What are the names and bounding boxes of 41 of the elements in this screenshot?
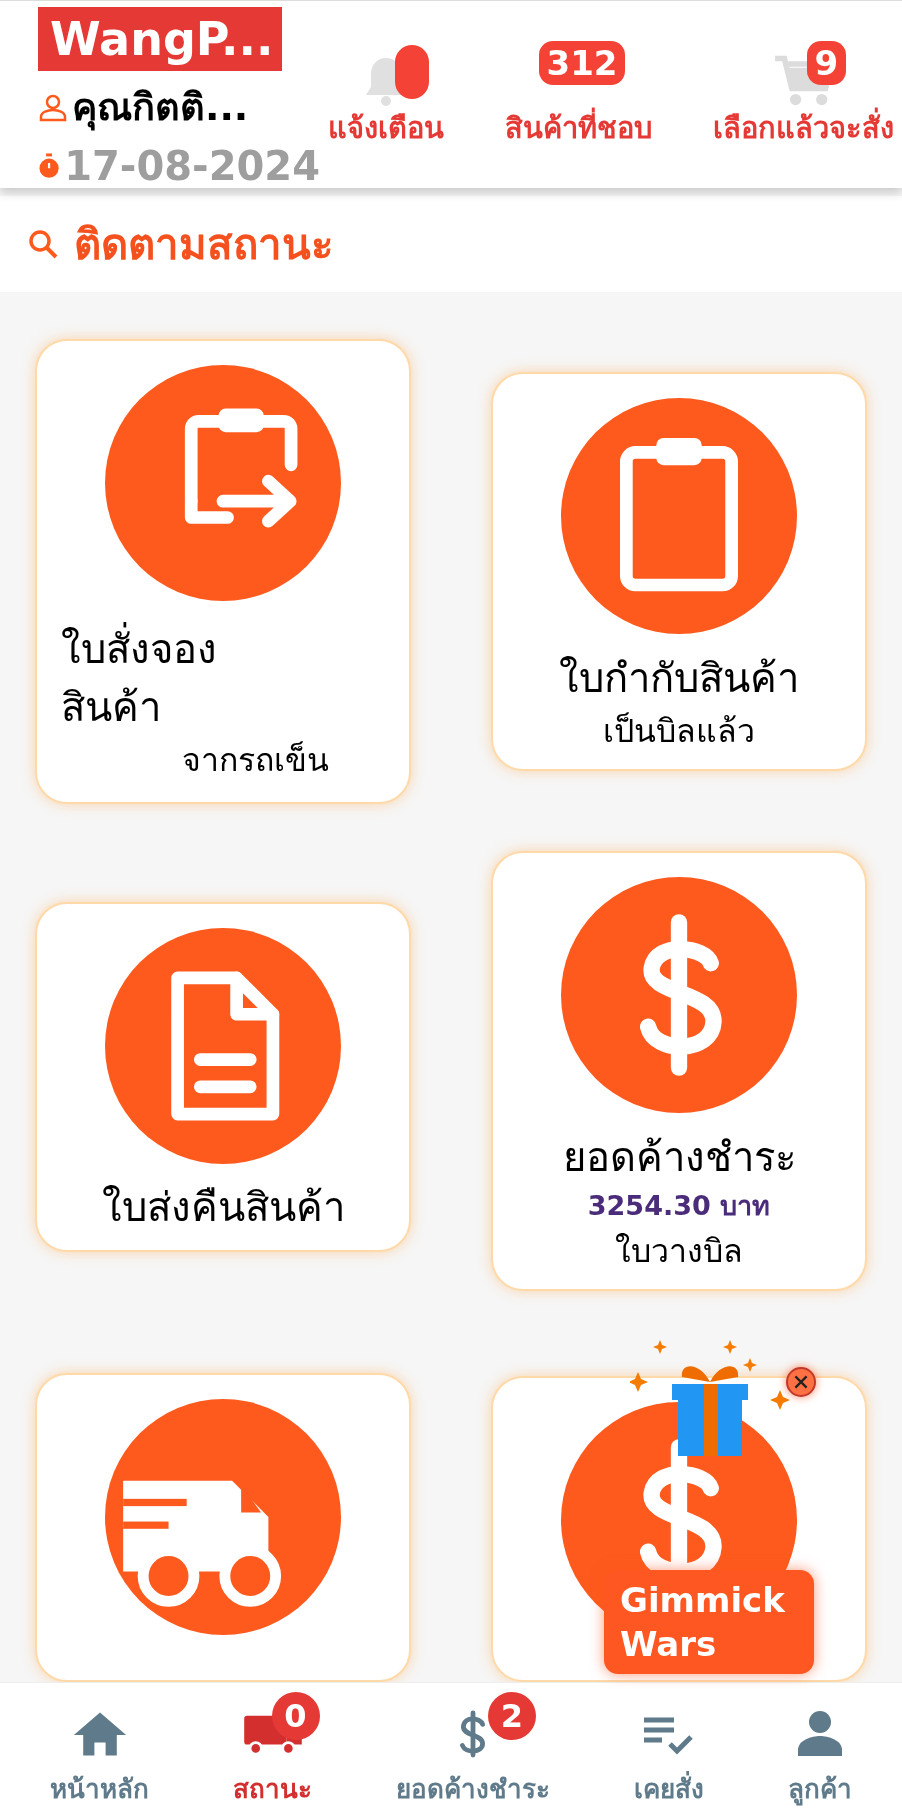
card-title: ใบกำกับสินค้า	[559, 653, 799, 703]
card-subtitle: ใบวางบิล	[615, 1230, 743, 1272]
home-icon	[71, 1710, 128, 1758]
count-badge: 9	[806, 41, 847, 85]
store-title: WangP...	[38, 7, 282, 71]
shortcut-link[interactable]: สินค้าที่ชอบ	[505, 107, 652, 151]
card-title: ใบสั่งจอง สินค้า	[61, 619, 217, 736]
clipboard-icon	[561, 398, 797, 634]
close-button[interactable]	[786, 1367, 816, 1397]
nav-tab[interactable]: ลูกค้า	[780, 1690, 860, 1809]
status-card[interactable]: ใบสั่งจอง สินค้า จากรถเข็น	[35, 339, 411, 805]
user-name: คุณกิตติ...	[72, 84, 249, 133]
dollar-icon	[561, 877, 797, 1114]
count-badge: 2	[488, 1692, 536, 1740]
status-card[interactable]	[35, 1372, 411, 1682]
card-title: ใบส่งคืนสินค้า	[101, 1183, 345, 1232]
close-icon	[794, 1375, 808, 1389]
status-card[interactable]: ใบส่งคืนสินค้า	[35, 902, 411, 1252]
search-icon	[28, 229, 58, 259]
dollar-icon	[458, 1710, 488, 1758]
card-title: ยอดค้างชำระ	[562, 1133, 796, 1182]
status-card[interactable]: ยอดค้างชำระ 3254.30 บาท ใบวางบิล	[491, 851, 867, 1292]
date-text: 17-08-2024	[64, 142, 320, 191]
status-card[interactable]: ใบกำกับสินค้า เป็นบิลแล้ว	[491, 372, 867, 772]
nav-tab[interactable]: หน้าหลัก	[42, 1690, 157, 1809]
count-badge: 0	[271, 1692, 320, 1740]
shortcut-link[interactable]: แจ้งเตือน	[328, 107, 444, 151]
nav-tab[interactable]: 2 ยอดค้างชำระ	[388, 1690, 558, 1809]
section-title: ติดตามสถานะ	[74, 218, 334, 271]
card-subtitle: เป็นบิลแล้ว	[603, 710, 755, 752]
amount-text: 3254.30 บาท	[587, 1189, 771, 1223]
nav-tab[interactable]: 0 สถานะ	[225, 1690, 320, 1809]
truck-icon	[105, 1398, 341, 1635]
count-badge: 312	[538, 41, 626, 85]
document-icon	[105, 928, 341, 1165]
person-icon	[38, 92, 68, 123]
promo-label[interactable]: Gimmick Wars	[604, 1570, 814, 1674]
card-subtitle: จากรถเข็น	[180, 739, 329, 781]
nav-tab[interactable]: เคยสั่ง	[626, 1690, 712, 1809]
shortcut-link[interactable]: เลือกแล้วจะสั่ง	[713, 107, 894, 151]
person-icon	[795, 1708, 845, 1758]
